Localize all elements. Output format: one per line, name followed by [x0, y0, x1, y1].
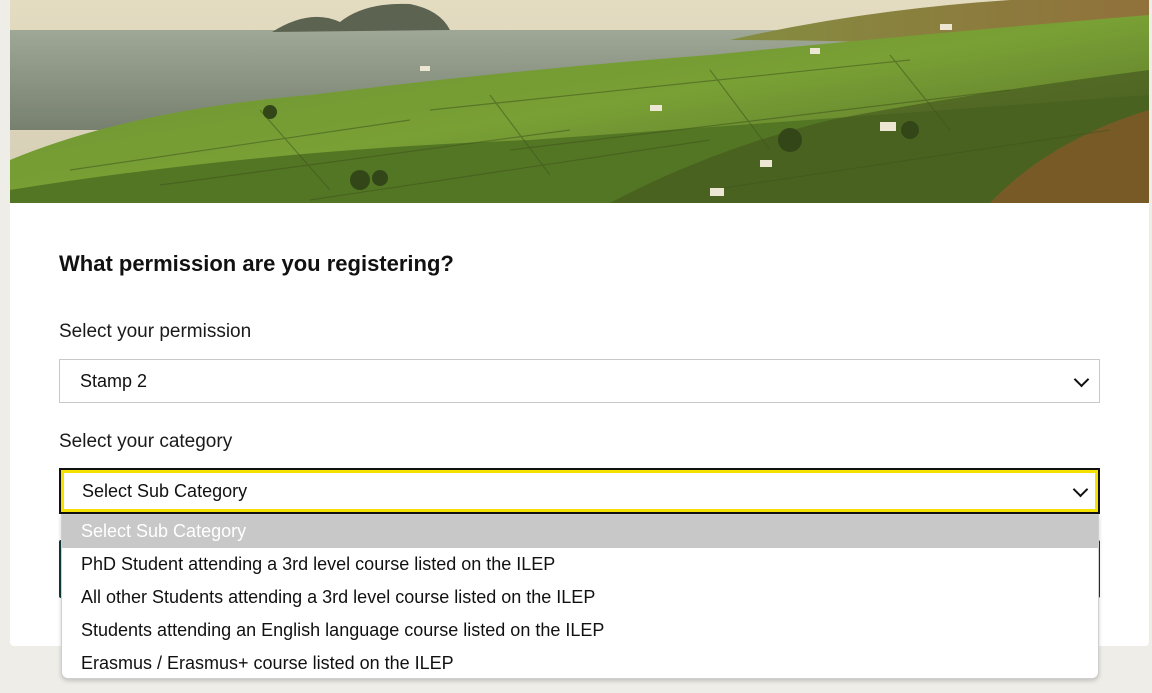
page: What permission are you registering? Sel…: [0, 0, 1152, 693]
permission-select-value: Stamp 2: [80, 370, 148, 391]
category-select-value: Select Sub Category: [82, 480, 248, 501]
hero-landscape-image: [10, 0, 1149, 203]
dropdown-option[interactable]: Select Sub Category: [62, 515, 1098, 548]
page-heading: What permission are you registering?: [59, 251, 454, 276]
category-label: Select your category: [59, 431, 233, 452]
dropdown-option[interactable]: Students attending an English language c…: [62, 614, 1098, 647]
dropdown-option[interactable]: PhD Student attending a 3rd level course…: [62, 548, 1098, 581]
category-select[interactable]: Select Sub Category: [59, 468, 1100, 514]
dropdown-option[interactable]: Erasmus / Erasmus+ course listed on the …: [62, 647, 1098, 678]
category-dropdown-list: Select Sub Category PhD Student attendin…: [61, 514, 1099, 679]
chevron-down-icon: [1073, 371, 1090, 388]
dropdown-option[interactable]: All other Students attending a 3rd level…: [62, 581, 1098, 614]
permission-select[interactable]: Stamp 2: [59, 359, 1100, 403]
chevron-down-icon: [1072, 481, 1089, 498]
permission-label: Select your permission: [59, 321, 252, 342]
